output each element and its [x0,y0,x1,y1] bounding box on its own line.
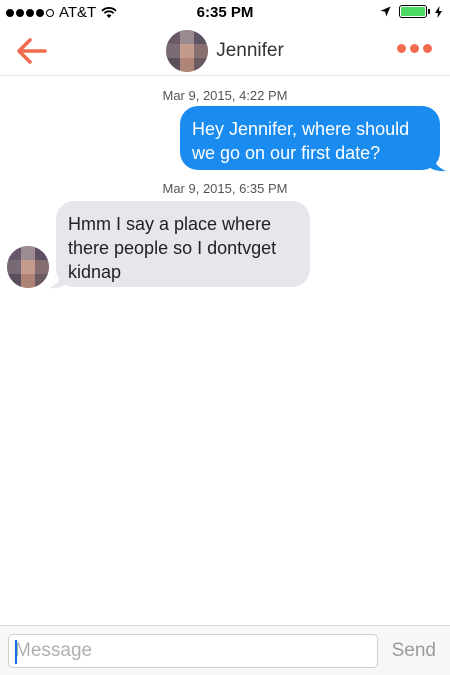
received-message-bubble[interactable]: Hmm I say a place where there people so … [56,201,310,287]
text-caret [15,640,17,664]
send-button[interactable]: Send [392,640,436,662]
battery-fill [401,7,425,16]
avatar-pixelated-image [166,30,209,72]
avatar[interactable] [166,30,209,72]
message-input[interactable] [8,634,378,668]
ellipsis-icon [423,44,432,53]
page-title[interactable]: Jennifer [216,40,284,62]
ellipsis-icon [410,44,419,53]
more-options-button[interactable] [397,44,432,53]
message-composer: Send [0,625,450,675]
status-right [380,5,442,18]
avatar[interactable] [7,246,49,288]
ellipsis-icon [397,44,406,53]
sent-message-bubble[interactable]: Hey Jennifer, where should we go on our … [180,106,440,170]
battery-icon [399,5,430,18]
nav-title-group[interactable]: Jennifer [0,30,450,72]
battery-nub [428,9,430,14]
avatar-pixelated-image [7,246,49,288]
received-message-text: Hmm I say a place where there people so … [68,214,277,282]
message-timestamp: Mar 9, 2015, 4:22 PM [162,88,288,103]
charging-bolt-icon [435,5,442,18]
nav-bar: Jennifer [0,26,450,76]
location-arrow-icon [380,6,391,17]
sent-message-text: Hey Jennifer, where should we go on our … [192,119,410,163]
status-bar: AT&T 6:35 PM [0,0,450,26]
message-timestamp: Mar 9, 2015, 6:35 PM [162,181,288,196]
